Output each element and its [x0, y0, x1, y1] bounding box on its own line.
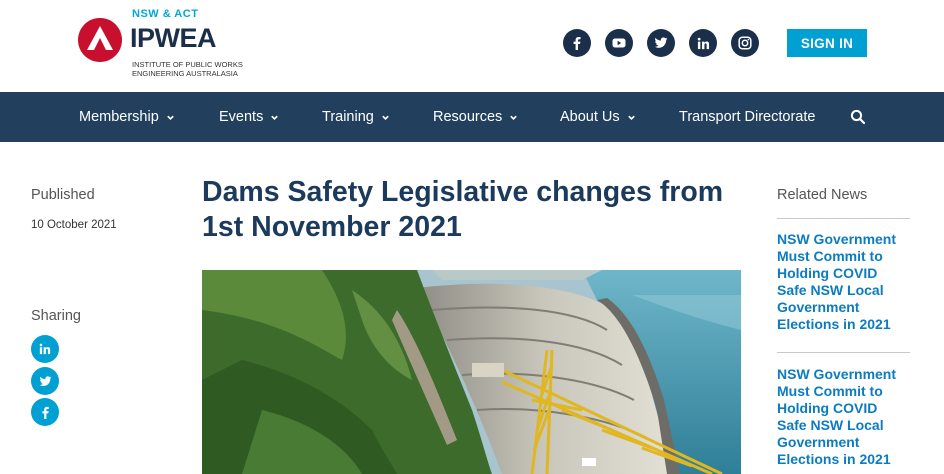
social-links [563, 29, 759, 57]
published-label: Published [31, 187, 95, 203]
nav-item-label: Transport Directorate [679, 109, 816, 125]
article-title: Dams Safety Legislative changes from 1st… [202, 176, 724, 243]
article-hero-image [202, 270, 741, 474]
instagram-icon[interactable] [731, 29, 759, 57]
site-header: NSW & ACT IPWEA INSTITUTE OF PUBLIC WORK… [0, 0, 944, 92]
twitter-icon [39, 375, 51, 386]
share-facebook-button[interactable] [31, 398, 59, 426]
published-date: 10 October 2021 [31, 219, 117, 231]
logo-mark-icon [78, 18, 122, 62]
sharing-label: Sharing [31, 308, 81, 324]
chevron-down-icon [627, 115, 635, 120]
related-news-label: Related News [777, 187, 868, 203]
nav-item-resources[interactable]: Resources [433, 92, 518, 142]
chevron-down-icon [167, 115, 174, 120]
site-logo[interactable]: NSW & ACT IPWEA INSTITUTE OF PUBLIC WORK… [78, 8, 278, 80]
nav-item-membership[interactable]: Membership [79, 92, 175, 142]
nav-item-label: Events [219, 109, 264, 125]
nav-item-label: About Us [560, 109, 620, 125]
nav-item-label: Resources [433, 109, 503, 125]
youtube-icon[interactable] [605, 29, 633, 57]
chevron-down-icon [382, 115, 389, 120]
facebook-icon [41, 406, 49, 419]
chevron-down-icon [510, 115, 518, 120]
search-icon[interactable] [850, 109, 866, 125]
nav-item-about-us[interactable]: About Us [560, 92, 636, 142]
divider [777, 218, 910, 219]
nav-item-events[interactable]: Events [219, 92, 279, 142]
nav-item-training[interactable]: Training [322, 92, 390, 142]
sign-in-button[interactable]: SIGN IN [787, 29, 867, 57]
twitter-icon[interactable] [647, 29, 675, 57]
related-news-link[interactable]: NSW Government Must Commit to Holding CO… [777, 366, 910, 468]
logo-region: NSW & ACT [132, 8, 199, 20]
logo-name: IPWEA [130, 23, 217, 53]
share-linkedin-button[interactable] [31, 335, 59, 363]
nav-item-transport-directorate[interactable]: Transport Directorate [679, 92, 815, 142]
linkedin-icon[interactable] [689, 29, 717, 57]
share-twitter-button[interactable] [31, 367, 59, 395]
nav-item-label: Membership [79, 109, 159, 125]
main-nav: Membership Events Training Resources Abo… [0, 92, 944, 142]
divider [777, 352, 910, 353]
related-news-link[interactable]: NSW Government Must Commit to Holding CO… [777, 231, 910, 333]
nav-item-label: Training [322, 109, 374, 125]
chevron-down-icon [271, 115, 279, 120]
facebook-icon[interactable] [563, 29, 591, 57]
logo-subtitle: INSTITUTE OF PUBLIC WORKS ENGINEERING AU… [132, 60, 243, 78]
linkedin-icon [39, 343, 51, 355]
